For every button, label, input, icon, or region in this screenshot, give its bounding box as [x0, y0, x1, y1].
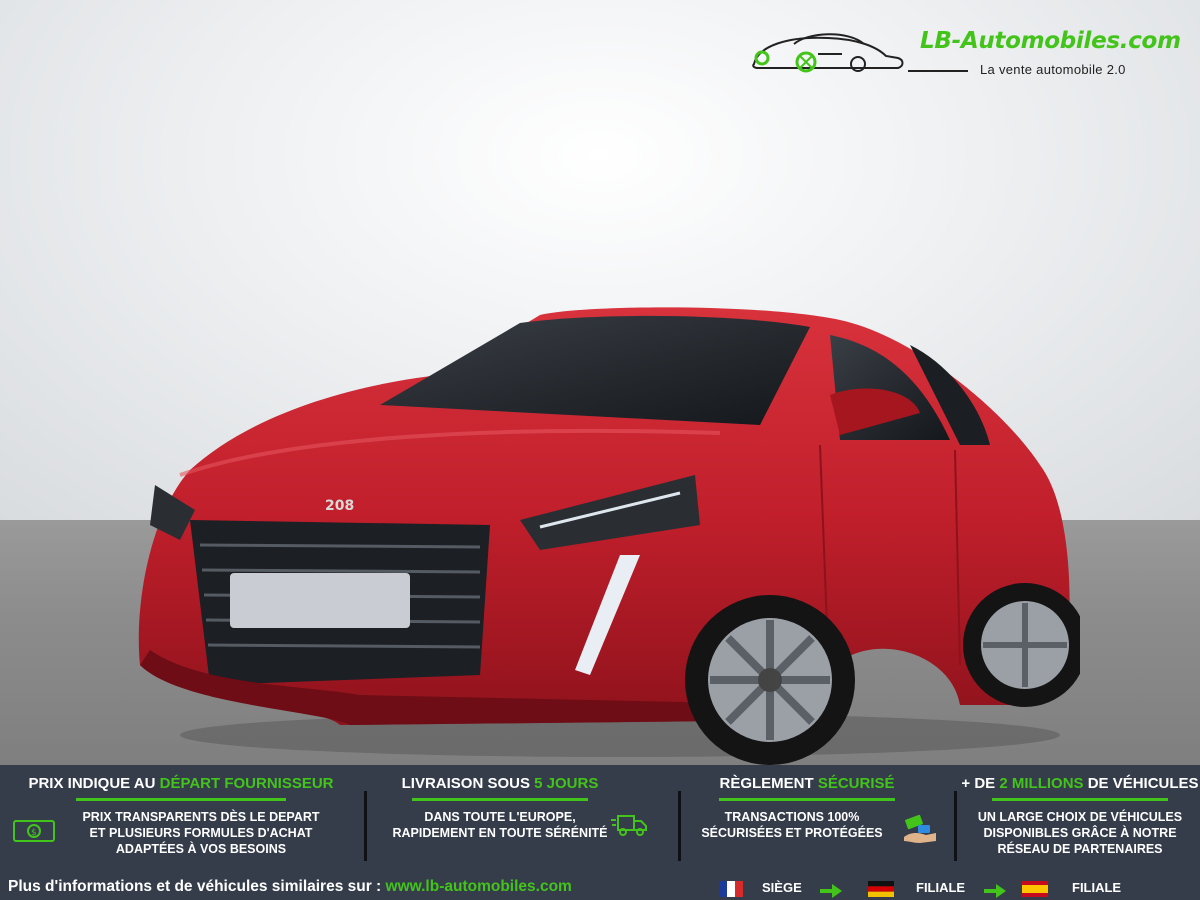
logo-brand-text: LB-Automobiles.com: [920, 28, 1181, 54]
footer-bar: Plus d'informations et de véhicules simi…: [0, 873, 1200, 900]
germany-flag-icon: [868, 881, 894, 897]
feature-title: RÈGLEMENT SÉCURISÉ: [719, 775, 895, 792]
column-separator: [364, 791, 367, 861]
feature-title: LIVRAISON SOUS 5 JOURS: [401, 775, 599, 792]
location-label: FILIALE: [1072, 880, 1122, 895]
feature-underline: [412, 798, 588, 801]
feature-underline: [719, 798, 895, 801]
svg-text:$: $: [31, 828, 37, 838]
payment-hand-icon: [904, 814, 936, 843]
feature-title: + DE 2 MILLIONS DE VÉHICULES: [961, 775, 1199, 792]
feature-underline: [992, 798, 1168, 801]
feature-underline: [76, 798, 286, 801]
column-separator: [678, 791, 681, 861]
money-icon: $: [13, 820, 55, 842]
column-separator: [954, 791, 957, 861]
location-label: SIÈGE: [762, 880, 802, 895]
brand-logo[interactable]: LB-Automobiles.com La vente automobile 2…: [748, 24, 1200, 84]
logo-tagline: La vente automobile 2.0: [980, 62, 1126, 77]
feature-description: TRANSACTIONS 100% SÉCURISÉES ET PROTÉGÉE…: [701, 810, 883, 840]
feature-title: PRIX INDIQUE AU DÉPART FOURNISSEUR: [28, 775, 334, 792]
feature-delivery: LIVRAISON SOUS 5 JOURS DANS TOUTE L'EURO…: [380, 775, 620, 841]
feature-description: DANS TOUTE L'EUROPE, RAPIDEMENT EN TOUTE…: [392, 810, 608, 840]
feature-payment: RÈGLEMENT SÉCURISÉ TRANSACTIONS 100% SÉC…: [698, 775, 916, 841]
feature-price: PRIX INDIQUE AU DÉPART FOURNISSEUR PRIX …: [22, 775, 340, 857]
listing-image: LB-Automobiles.com La vente automobile 2…: [0, 0, 1200, 900]
car-photo: 208: [138, 307, 1080, 765]
footer-text: Plus d'informations et de véhicules simi…: [8, 878, 572, 895]
feature-description: PRIX TRANSPARENTS DÈS LE DEPART ET PLUSI…: [82, 810, 320, 856]
info-band: PRIX INDIQUE AU DÉPART FOURNISSEUR PRIX …: [0, 765, 1200, 900]
logo-divider: [908, 70, 968, 72]
france-flag-icon: [719, 881, 743, 897]
location-label: FILIALE: [916, 880, 966, 895]
website-link[interactable]: www.lb-automobiles.com: [386, 878, 572, 895]
delivery-truck-icon: [611, 815, 647, 836]
car-logo-icon: [752, 33, 904, 73]
feature-vehicles: + DE 2 MILLIONS DE VÉHICULES UN LARGE CH…: [960, 775, 1200, 857]
spain-flag-icon: [1022, 881, 1048, 897]
model-badge: 208: [325, 498, 354, 514]
feature-description: UN LARGE CHOIX DE VÉHICULES DISPONIBLES …: [977, 810, 1183, 856]
arrow-right-icon: [984, 884, 1006, 898]
arrow-right-icon: [820, 884, 842, 898]
